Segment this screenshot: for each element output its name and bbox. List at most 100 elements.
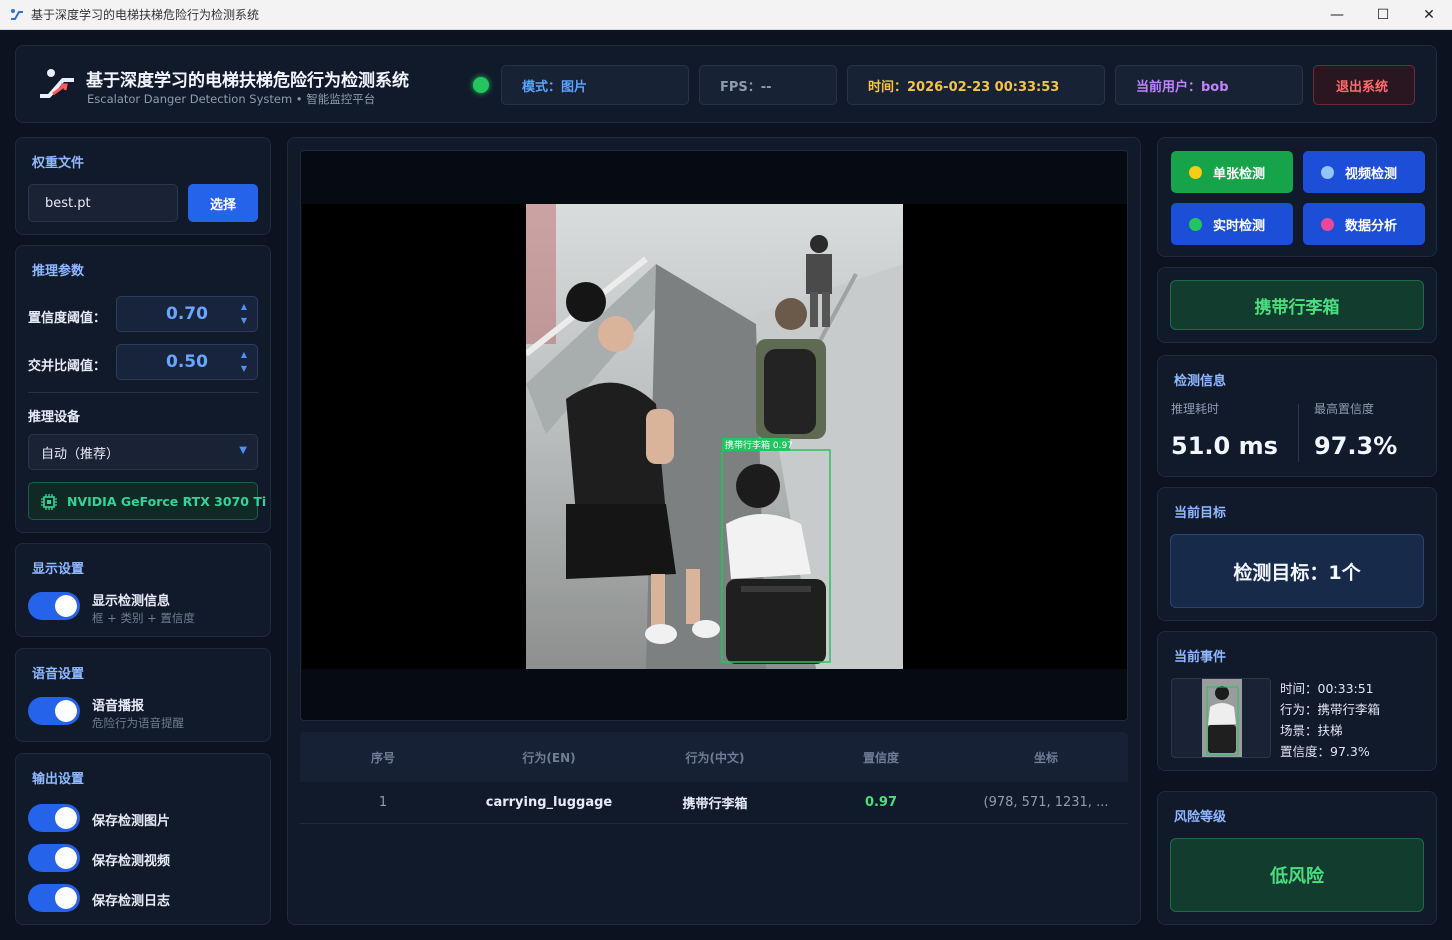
behavior-panel: 携带行李箱 bbox=[1157, 267, 1437, 343]
max-conf-label: 最高置信度 bbox=[1314, 402, 1375, 416]
iou-threshold-label: 交并比阈值： bbox=[28, 359, 107, 374]
fps-chip: FPS：-- bbox=[699, 65, 837, 105]
choose-weights-button[interactable]: 选择 bbox=[188, 184, 258, 222]
app-subtitle: Escalator Danger Detection System • 智能监控… bbox=[87, 92, 376, 106]
realtime-detect-label: 实时检测 bbox=[1213, 218, 1266, 234]
infer-time-value: 51.0 ms bbox=[1171, 432, 1278, 460]
event-behavior: 行为：携带行李箱 bbox=[1280, 702, 1381, 717]
target-count-banner: 检测目标：1个 bbox=[1170, 534, 1424, 608]
risk-level-banner: 低风险 bbox=[1170, 838, 1424, 912]
escalator-logo-icon bbox=[40, 69, 74, 98]
device-select-value: 自动（推荐） bbox=[41, 446, 120, 462]
video-detect-button[interactable]: 视频检测 bbox=[1303, 151, 1425, 193]
voice-toggle[interactable] bbox=[28, 697, 80, 725]
save-log-toggle[interactable] bbox=[28, 884, 80, 912]
show-detection-label: 显示检测信息 bbox=[92, 594, 171, 609]
single-detect-label: 单张检测 bbox=[1213, 166, 1266, 182]
escalator-photo: 携带行李箱 0.97 bbox=[526, 204, 903, 669]
chip-icon bbox=[41, 494, 57, 510]
save-image-toggle[interactable] bbox=[28, 804, 80, 832]
risk-panel: 风险等级 低风险 bbox=[1157, 791, 1437, 925]
single-detect-button[interactable]: 单张检测 bbox=[1171, 151, 1293, 193]
detection-info-panel: 检测信息 推理耗时 51.0 ms 最高置信度 97.3% bbox=[1157, 355, 1437, 477]
col-index[interactable]: 序号 bbox=[300, 749, 466, 766]
realtime-detect-button[interactable]: 实时检测 bbox=[1171, 203, 1293, 245]
output-panel: 输出设置 保存检测图片 保存检测视频 保存检测日志 bbox=[15, 753, 271, 925]
detection-info-title: 检测信息 bbox=[1174, 374, 1227, 389]
col-coords[interactable]: 坐标 bbox=[964, 749, 1128, 766]
target-title: 当前目标 bbox=[1174, 506, 1227, 521]
display-title: 显示设置 bbox=[32, 562, 85, 577]
col-behavior-cn[interactable]: 行为(中文) bbox=[632, 749, 798, 766]
max-conf-value: 97.3% bbox=[1314, 432, 1398, 460]
voice-sub: 危险行为语音提醒 bbox=[92, 716, 184, 730]
save-video-label: 保存检测视频 bbox=[92, 854, 171, 869]
iou-threshold-value: 0.50 bbox=[166, 352, 208, 372]
cell-behavior-cn: 携带行李箱 bbox=[682, 797, 748, 812]
table-header: 序号 行为(EN) 行为(中文) 置信度 坐标 bbox=[300, 732, 1128, 782]
event-thumbnail[interactable] bbox=[1171, 678, 1271, 758]
save-video-toggle[interactable] bbox=[28, 844, 80, 872]
close-button[interactable]: ✕ bbox=[1406, 0, 1452, 30]
risk-title: 风险等级 bbox=[1174, 810, 1227, 825]
header-bar: 基于深度学习的电梯扶梯危险行为检测系统 Escalator Danger Det… bbox=[15, 45, 1437, 123]
conf-threshold-spinbox[interactable]: 0.70 ▲ ▼ bbox=[116, 296, 258, 332]
window-title: 基于深度学习的电梯扶梯危险行为检测系统 bbox=[31, 8, 260, 22]
event-confidence: 置信度：97.3% bbox=[1280, 744, 1370, 759]
show-detection-sub: 框 + 类别 + 置信度 bbox=[92, 611, 195, 625]
maximize-button[interactable]: ☐ bbox=[1360, 0, 1406, 30]
cell-confidence: 0.97 bbox=[864, 795, 898, 810]
event-scene: 场景：扶梯 bbox=[1280, 723, 1343, 738]
time-chip: 时间：2026-02-23 00:33:53 bbox=[847, 65, 1105, 105]
col-confidence[interactable]: 置信度 bbox=[798, 749, 964, 766]
cell-behavior-en: carrying_luggage bbox=[485, 795, 613, 810]
dot-icon bbox=[1321, 218, 1334, 231]
mode-panel: 单张检测 视频检测 实时检测 数据分析 bbox=[1157, 137, 1437, 257]
detection-label: 携带行李箱 0.97 bbox=[725, 439, 793, 451]
conf-threshold-label: 置信度阈值： bbox=[28, 311, 107, 326]
spin-up-icon[interactable]: ▲ bbox=[241, 348, 247, 362]
iou-threshold-spinbox[interactable]: 0.50 ▲ ▼ bbox=[116, 344, 258, 380]
weights-title: 权重文件 bbox=[32, 156, 85, 171]
voice-panel: 语音设置 语音播报 危险行为语音提醒 bbox=[15, 648, 271, 742]
col-behavior-en[interactable]: 行为(EN) bbox=[466, 749, 632, 766]
metric-divider bbox=[1298, 404, 1299, 462]
table-row[interactable]: 1 carrying_luggage 携带行李箱 0.97 (978, 571,… bbox=[300, 782, 1128, 824]
save-image-label: 保存检测图片 bbox=[92, 814, 171, 829]
output-title: 输出设置 bbox=[32, 772, 85, 787]
dot-icon bbox=[1189, 166, 1202, 179]
logout-button[interactable]: 退出系统 bbox=[1313, 65, 1415, 105]
data-analysis-button[interactable]: 数据分析 bbox=[1303, 203, 1425, 245]
event-title: 当前事件 bbox=[1174, 650, 1227, 665]
window-titlebar: 基于深度学习的电梯扶梯危险行为检测系统 — ☐ ✕ bbox=[0, 0, 1452, 30]
minimize-button[interactable]: — bbox=[1314, 0, 1360, 30]
image-viewer: 携带行李箱 0.97 bbox=[300, 150, 1128, 721]
target-panel: 当前目标 检测目标：1个 bbox=[1157, 487, 1437, 621]
status-indicator bbox=[473, 77, 489, 93]
mode-chip: 模式：图片 bbox=[501, 65, 689, 105]
cell-index: 1 bbox=[378, 795, 388, 810]
display-panel: 显示设置 显示检测信息 框 + 类别 + 置信度 bbox=[15, 543, 271, 637]
device-select[interactable]: 自动（推荐） ▼ bbox=[28, 434, 258, 470]
voice-label: 语音播报 bbox=[92, 699, 145, 714]
data-analysis-label: 数据分析 bbox=[1345, 218, 1398, 234]
inference-title: 推理参数 bbox=[32, 264, 85, 279]
show-detection-toggle[interactable] bbox=[28, 592, 80, 620]
inference-panel: 推理参数 置信度阈值： 0.70 ▲ ▼ 交并比阈值： 0.50 ▲ ▼ 推理设备 … bbox=[15, 245, 271, 533]
save-log-label: 保存检测日志 bbox=[92, 894, 171, 909]
weights-file-input[interactable]: best.pt bbox=[28, 184, 178, 222]
gpu-name: NVIDIA GeForce RTX 3070 Ti bbox=[67, 493, 267, 509]
gpu-badge: NVIDIA GeForce RTX 3070 Ti bbox=[28, 482, 266, 520]
dot-icon bbox=[1321, 166, 1334, 179]
spin-up-icon[interactable]: ▲ bbox=[241, 300, 247, 314]
detection-table: 序号 行为(EN) 行为(中文) 置信度 坐标 1 carrying_lugga… bbox=[300, 732, 1128, 824]
video-detect-label: 视频检测 bbox=[1345, 166, 1398, 182]
conf-threshold-value: 0.70 bbox=[166, 304, 208, 324]
event-panel: 当前事件 时间：00:33:51 行为：携带行李箱 场景：扶梯 置信度：97.3… bbox=[1157, 631, 1437, 771]
event-thumbnail-image bbox=[1202, 679, 1242, 757]
spin-down-icon[interactable]: ▼ bbox=[241, 362, 247, 376]
divider bbox=[28, 392, 258, 393]
dot-icon bbox=[1189, 218, 1202, 231]
spin-down-icon[interactable]: ▼ bbox=[241, 314, 247, 328]
device-label: 推理设备 bbox=[28, 410, 81, 425]
